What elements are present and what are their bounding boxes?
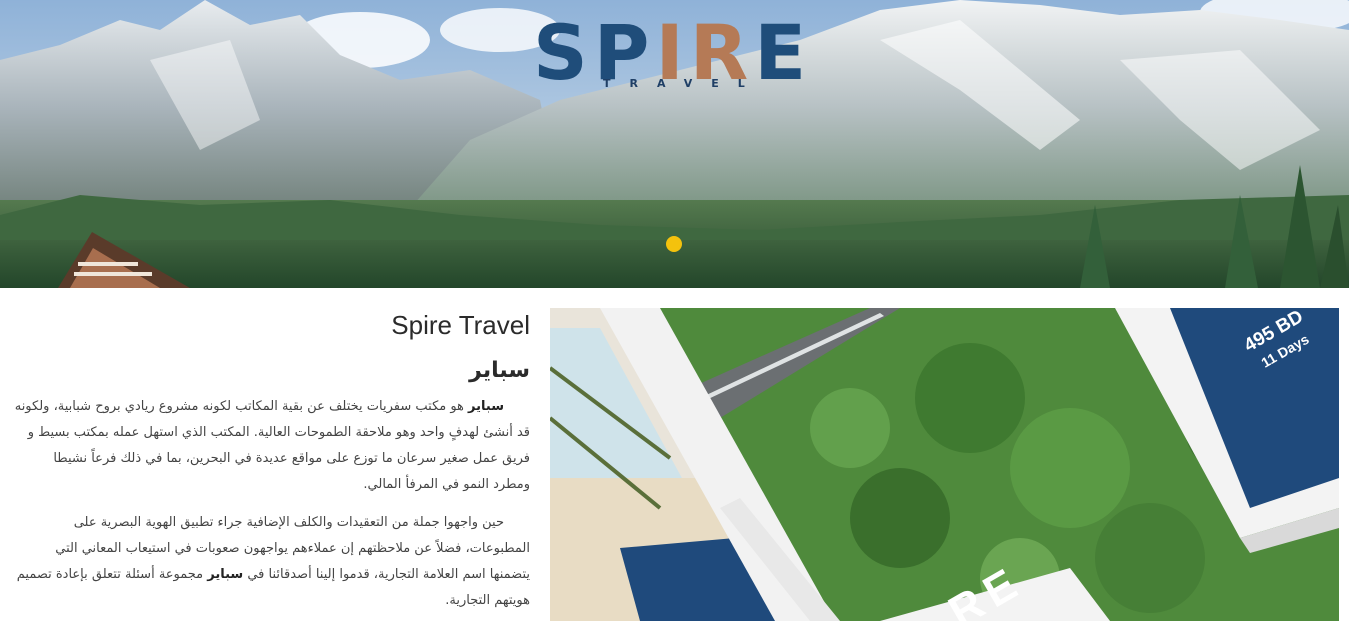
slider-indicator-dot[interactable]: [666, 236, 682, 252]
section-heading: سباير: [469, 358, 530, 383]
page-title: Spire Travel: [391, 310, 530, 340]
brand-name-bold: سباير: [207, 567, 244, 582]
second-paragraph: حين واجهوا جملة من التعقيدات والكلف الإض…: [14, 510, 530, 614]
brand-name-bold: سباير: [468, 399, 504, 414]
brochure-scene: [550, 308, 1339, 621]
brochure-mockup-image: 495 BD 11 Days RE: [550, 308, 1339, 621]
intro-text: هو مكتب سفريات يختلف عن بقية المكاتب لكو…: [14, 399, 530, 492]
intro-paragraph: سباير هو مكتب سفريات يختلف عن بقية المكا…: [14, 394, 530, 498]
logo-subtitle: TRAVEL: [603, 77, 764, 90]
spire-travel-logo[interactable]: SPIRE TRAVEL: [533, 15, 818, 96]
hero-banner: SPIRE TRAVEL: [0, 0, 1349, 288]
about-section: Spire Travel سباير سباير هو مكتب سفريات …: [14, 308, 530, 621]
